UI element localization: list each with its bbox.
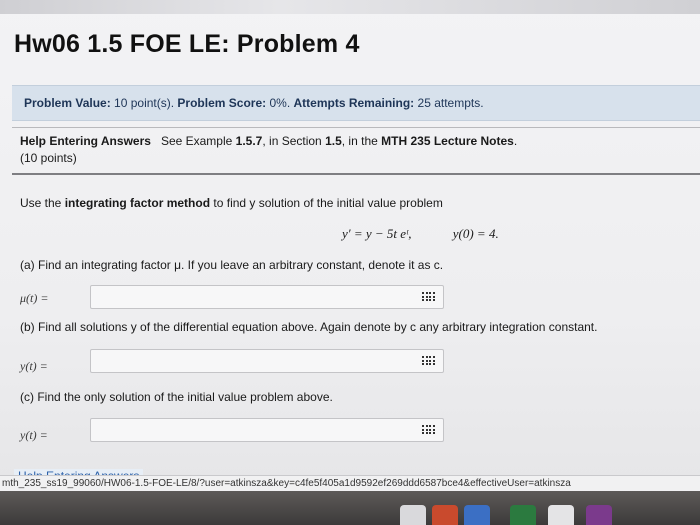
problem-score-label: Problem Score: (177, 96, 267, 110)
status-url: mth_235_ss19_99060/HW06-1.5-FOE-LE/8/?us… (2, 478, 571, 489)
dock-app-icon[interactable] (432, 505, 458, 525)
problem-statement: Use the integrating factor method to fin… (20, 196, 443, 210)
dock-app-icon[interactable] (548, 505, 574, 525)
problem-value: 10 point(s). (114, 96, 175, 110)
problem-info-bar: Problem Value: 10 point(s). Problem Scor… (12, 85, 700, 121)
lecture-notes-reference: MTH 235 Lecture Notes (381, 134, 514, 148)
problem-score: 0%. (269, 96, 291, 110)
part-a-answer-input[interactable] (90, 285, 444, 309)
dock-app-icon[interactable] (464, 505, 490, 525)
browser-page: Hw06 1.5 FOE LE: Problem 4 Problem Value… (0, 0, 700, 525)
part-b-label: y(t) = (20, 359, 48, 373)
ode: y′ = y − 5t eᵗ, (342, 226, 412, 241)
part-a-prompt: (a) Find an integrating factor μ. If you… (20, 258, 444, 272)
part-c-label: y(t) = (20, 428, 48, 442)
in-section-text: , in Section (262, 134, 322, 148)
points-text: (10 points) (20, 151, 77, 165)
keyboard-icon[interactable] (422, 291, 435, 302)
dock-app-icon[interactable] (400, 505, 426, 525)
see-example-text: See Example (160, 134, 233, 148)
part-c-answer-input[interactable] (90, 418, 444, 442)
attempts-remaining-label: Attempts Remaining: (293, 96, 415, 110)
section-divider (12, 173, 700, 175)
divider (12, 127, 700, 128)
problem-value-label: Problem Value: (24, 96, 111, 110)
page-title: Hw06 1.5 FOE LE: Problem 4 (14, 30, 360, 58)
part-b-answer-input[interactable] (90, 349, 444, 373)
statement-lead: Use the (20, 196, 62, 210)
browser-top-bar (0, 0, 700, 14)
dock-app-icon[interactable] (510, 505, 536, 525)
part-c-prompt: (c) Find the only solution of the initia… (20, 390, 333, 404)
part-b-prompt: (b) Find all solutions y of the differen… (20, 320, 598, 334)
help-entering-answers-link[interactable]: Help Entering Answers (20, 134, 151, 148)
method-name: integrating factor method (64, 196, 211, 210)
keyboard-icon[interactable] (422, 424, 435, 435)
period: . (513, 134, 518, 148)
dock (0, 491, 700, 525)
section-number: 1.5 (325, 134, 342, 148)
status-bar: mth_235_ss19_99060/HW06-1.5-FOE-LE/8/?us… (0, 475, 700, 492)
statement-rest: to find y solution of the initial value … (213, 196, 443, 210)
differential-equation: y′ = y − 5t eᵗ, y(0) = 4. (342, 226, 499, 242)
attempts-remaining: 25 attempts. (417, 96, 484, 110)
dock-app-icon[interactable] (586, 505, 612, 525)
in-the-text: , in the (341, 134, 378, 148)
keyboard-icon[interactable] (422, 355, 435, 366)
help-section: Help Entering Answers See Example 1.5.7,… (20, 133, 690, 167)
example-number: 1.5.7 (235, 134, 263, 148)
part-a-label: μ(t) = (20, 291, 49, 305)
initial-condition: y(0) = 4. (452, 226, 499, 241)
